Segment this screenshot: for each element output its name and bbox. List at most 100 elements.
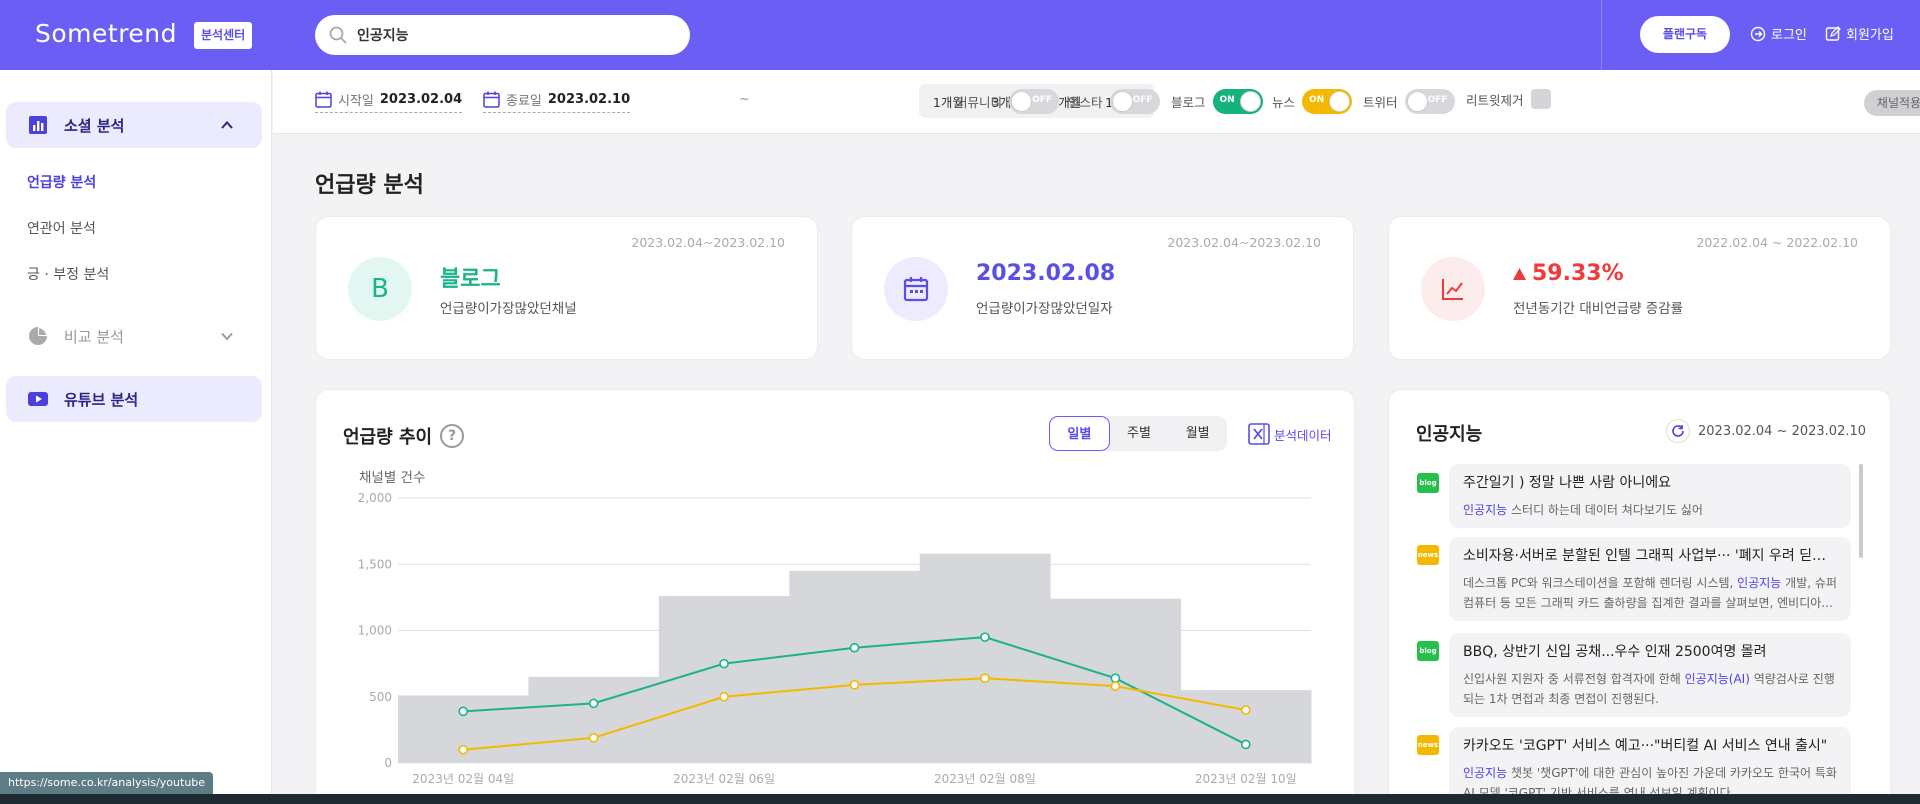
sidebar-group-compare-analysis[interactable]: 비교 분석: [6, 313, 262, 359]
series-point: [719, 658, 729, 669]
x-tick-label: 2023년 02월 06일: [673, 772, 775, 786]
x-tick-label: 2023년 02월 04일: [412, 772, 514, 786]
end-date-picker[interactable]: 종료일 2023.02.10: [483, 90, 631, 113]
toggle-news[interactable]: 뉴스 ON: [1272, 89, 1353, 114]
feed-item[interactable]: BBQ, 상반기 신입 공채...우수 인재 2500여명 몰려 신입사원 지원…: [1449, 633, 1851, 717]
community-switch[interactable]: OFF: [1009, 89, 1060, 114]
blog-letter: B: [371, 274, 389, 304]
series-point: [1110, 673, 1121, 684]
series-point: [458, 744, 469, 755]
toggle-blog[interactable]: 블로그 ON: [1171, 89, 1263, 114]
sometrend-logo[interactable]: Sometrend: [35, 19, 177, 48]
end-date-label: 종료일: [506, 94, 542, 109]
sidebar-group-label: 소셜 분석: [64, 116, 125, 135]
snippet-post: 스터디 하는데 데이터 쳐다보기도 싫어: [1507, 503, 1703, 517]
feed-item-title: 소비자용·서버로 분할된 인텔 그래픽 사업부··· '폐지 우려 딛고...: [1463, 548, 1837, 564]
analysis-center-badge: 분석센터: [194, 22, 253, 49]
feed-range-text: 2023.02.04 ~ 2023.02.10: [1698, 423, 1867, 439]
toggle-community[interactable]: 커뮤니티 OFF: [956, 89, 1060, 114]
kpi-description: 전년동기간 대비언급량 증감률: [1513, 301, 1684, 317]
feed-item[interactable]: 주간일기 ) 정말 나쁜 사람 아니에요 인공지능 스터디 하는데 데이터 쳐다…: [1449, 464, 1851, 528]
sidebar-group-youtube-analysis[interactable]: 유튜브 분석: [6, 376, 262, 422]
kpi-card-top-channel: 2023.02.04~2023.02.10 B 블로그 언급량이가장많았던채널: [315, 216, 818, 360]
refresh-icon[interactable]: [1666, 419, 1690, 443]
youtube-play-icon: [28, 392, 48, 406]
search-input[interactable]: [357, 15, 677, 55]
keyword-feed-card: 인공지능 2023.02.04 ~ 2023.02.10 blog 주간일기 )…: [1388, 389, 1891, 804]
apply-channel-button[interactable]: 채널적용: [1864, 90, 1920, 116]
feed-title: 인공지능: [1416, 424, 1483, 445]
x-tick-label: 2023년 02월 08일: [934, 772, 1036, 786]
sidebar-group-label: 비교 분석: [64, 327, 124, 346]
y-tick-label: 1,500: [358, 557, 392, 571]
sidebar-item-related-words[interactable]: 연관어 분석: [27, 218, 96, 238]
search-box[interactable]: [315, 15, 690, 55]
start-date-picker[interactable]: 시작일 2023.02.04: [315, 90, 463, 113]
header-divider: [1601, 0, 1602, 70]
total-bar: [658, 596, 790, 763]
retweet-remove-label: 리트윗제거: [1466, 92, 1524, 108]
series-point: [588, 698, 599, 709]
series-point: [980, 673, 990, 684]
login-link[interactable]: 로그인: [1750, 24, 1807, 43]
page-title: 언급량 분석: [315, 173, 424, 198]
login-icon: [1750, 26, 1766, 41]
snippet-pre: 데스크톱 PC와 워크스테이션을 포함해 렌더링 시스템,: [1463, 576, 1738, 590]
kpi-value-wrap: 59.33%: [1513, 261, 1624, 286]
kpi-date-range: 2023.02.04~2023.02.10: [1167, 235, 1321, 250]
feed-scrollbar[interactable]: [1859, 464, 1863, 558]
kpi-date-range: 2022.02.04 ~ 2022.02.10: [1696, 235, 1858, 250]
toggle-label: 블로그: [1171, 95, 1206, 110]
top-navigation-bar: Sometrend 분석센터 플랜구독 로그인 회원가입: [0, 0, 1920, 70]
chevron-up-icon[interactable]: [220, 118, 234, 132]
toggle-instagram[interactable]: 인스타 OFF: [1068, 89, 1160, 114]
series-point: [1240, 739, 1251, 750]
feed-item-title: 주간일기 ) 정말 나쁜 사람 아니에요: [1463, 475, 1672, 491]
feed-date-range: 2023.02.04 ~ 2023.02.10: [1666, 419, 1866, 443]
sidebar-group-label: 유튜브 분석: [64, 390, 139, 409]
trend-line-icon: [1421, 257, 1485, 321]
start-date-label: 시작일: [338, 94, 374, 109]
switch-state: OFF: [1132, 95, 1153, 105]
instagram-switch[interactable]: OFF: [1109, 89, 1160, 114]
feed-item[interactable]: 카카오도 '코GPT' 서비스 예고···"버티컬 AI 서비스 연내 출시" …: [1449, 727, 1851, 804]
y-tick-label: 500: [369, 690, 392, 704]
browser-status-url: https://some.co.kr/analysis/youtube: [0, 772, 214, 794]
kpi-description: 언급량이가장많았던일자: [976, 301, 1113, 317]
sidebar-item-sentiment[interactable]: 긍 · 부정 분석: [27, 264, 109, 284]
y-tick-label: 1,000: [358, 624, 392, 638]
feed-item[interactable]: 소비자용·서버로 분할된 인텔 그래픽 사업부··· '폐지 우려 딛고... …: [1449, 537, 1851, 621]
sidebar-group-social-analysis[interactable]: 소셜 분석: [6, 102, 262, 148]
signup-label: 회원가입: [1846, 28, 1894, 43]
retweet-remove-checkbox[interactable]: [1530, 89, 1551, 109]
feed-item-snippet: 인공지능 스터디 하는데 데이터 쳐다보기도 싫어: [1463, 500, 1837, 520]
series-point: [719, 691, 729, 702]
x-tick-label: 2023년 02월 10일: [1195, 772, 1297, 786]
toggle-label: 트위터: [1363, 95, 1398, 110]
kpi-value: 59.33%: [1532, 261, 1624, 286]
bar-chart-icon: [29, 116, 47, 134]
search-icon[interactable]: [328, 25, 348, 45]
total-bar: [919, 553, 1051, 763]
signup-icon: [1825, 25, 1841, 41]
feed-item-snippet: 데스크톱 PC와 워크스테이션을 포함해 렌더링 시스템, 인공지능 개발, 슈…: [1463, 573, 1837, 613]
calendar-icon: [884, 257, 948, 321]
sidebar-item-mention-analysis[interactable]: 언급량 분석: [27, 172, 96, 192]
chevron-down-icon[interactable]: [220, 329, 234, 343]
blog-switch[interactable]: ON: [1212, 89, 1263, 114]
signup-link[interactable]: 회원가입: [1825, 24, 1894, 43]
series-point: [458, 706, 469, 717]
news-badge-icon: news: [1417, 545, 1439, 565]
y-tick-label: 0: [384, 756, 392, 770]
feed-item-snippet: 신입사원 지원자 중 서류전형 합격자에 한해 인공지능(AI) 역량검사로 진…: [1463, 669, 1837, 709]
toggle-retweet-remove[interactable]: 리트윗제거: [1466, 89, 1551, 109]
calendar-icon: [315, 91, 332, 108]
plan-subscribe-button[interactable]: 플랜구독: [1640, 16, 1730, 53]
news-switch[interactable]: ON: [1302, 89, 1353, 114]
kpi-value: 2023.02.08: [976, 261, 1116, 286]
sidebar: 소셜 분석 언급량 분석 연관어 분석 긍 · 부정 분석 비교 분석 유튜브 …: [0, 70, 272, 804]
news-badge-icon: news: [1417, 735, 1439, 755]
toggle-twitter[interactable]: 트위터 OFF: [1363, 89, 1455, 114]
twitter-switch[interactable]: OFF: [1404, 89, 1455, 114]
toggle-label: 인스타: [1068, 95, 1103, 110]
